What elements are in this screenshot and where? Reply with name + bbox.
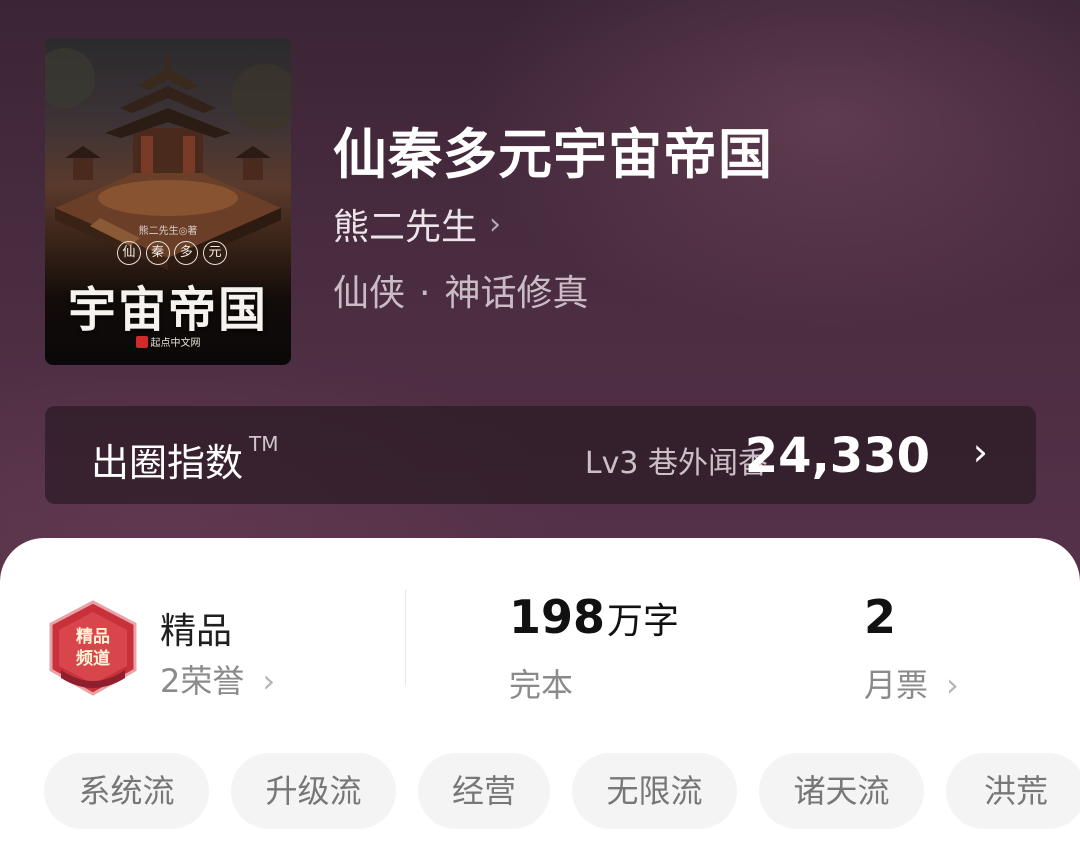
completion-status: 完本 — [509, 666, 574, 704]
word-count-unit: 万字 — [607, 601, 680, 642]
book-hero-header: 熊二先生◎著 仙 秦 多 元 宇宙帝国 起点中文网 仙秦多元宇宙帝国 熊二先生 … — [0, 0, 1080, 600]
monthly-ticket-label: 月票 — [864, 666, 929, 704]
tag-list: 系统流 升级流 经营 无限流 诸天流 洪荒 — [44, 753, 1080, 829]
index-label-text: 出圈指数 — [91, 441, 244, 485]
genre-separator: · — [419, 273, 431, 314]
cover-title-char: 多 — [174, 241, 199, 265]
cover-publisher: 起点中文网 — [45, 334, 291, 349]
word-count: 198万字 — [509, 590, 679, 644]
publisher-logo-icon — [135, 336, 148, 348]
author-link[interactable]: 熊二先生 › — [333, 198, 501, 250]
cover-title-char: 秦 — [145, 241, 170, 265]
cover-title-char: 仙 — [117, 241, 141, 265]
index-score: 24,330 — [744, 428, 930, 484]
tag-chip[interactable]: 系统流 — [44, 753, 209, 829]
boutique-channel-badge-icon[interactable]: 精品 频道 — [47, 600, 139, 696]
honors-link[interactable]: 2荣誉 › — [160, 656, 275, 702]
index-level: Lv3 巷外闻香 — [584, 446, 768, 481]
book-genre: 仙侠 · 神话修真 — [333, 264, 588, 316]
author-name: 熊二先生 — [333, 207, 478, 248]
monthly-ticket-link[interactable]: 月票 › — [864, 660, 959, 706]
trademark-mark: TM — [249, 432, 279, 456]
genre-sub: 神话修真 — [444, 273, 589, 314]
tag-chip[interactable]: 经营 — [418, 753, 550, 829]
chevron-right-icon: › — [489, 206, 502, 242]
monthly-ticket-count: 2 — [864, 590, 897, 644]
popularity-index-card[interactable]: 出圈指数 TM Lv3 巷外闻香 24,330 › — [45, 406, 1036, 504]
chevron-right-icon: › — [262, 662, 276, 700]
cover-small-title: 仙 秦 多 元 — [117, 241, 227, 265]
tag-chip[interactable]: 诸天流 — [759, 753, 924, 829]
word-count-number: 198 — [509, 590, 606, 644]
tag-chip[interactable]: 升级流 — [231, 753, 396, 829]
book-title: 仙秦多元宇宙帝国 — [333, 122, 773, 186]
tag-chip[interactable]: 洪荒 — [946, 753, 1080, 829]
publisher-name: 起点中文网 — [150, 338, 201, 349]
chevron-right-icon: › — [972, 430, 988, 474]
stats-divider — [405, 590, 406, 685]
badge-text-2: 频道 — [76, 648, 110, 669]
honors-count: 2荣誉 — [160, 662, 245, 700]
cover-author-mark: 熊二先生◎著 — [138, 226, 198, 237]
badge-title: 精品 — [160, 611, 233, 652]
index-label: 出圈指数 TM — [91, 432, 279, 487]
book-cover[interactable]: 熊二先生◎著 仙 秦 多 元 宇宙帝国 起点中文网 — [45, 38, 291, 365]
cover-title-char: 元 — [202, 241, 227, 265]
badge-text-1: 精品 — [76, 626, 110, 647]
genre-main: 仙侠 — [333, 273, 406, 314]
tag-chip[interactable]: 无限流 — [572, 753, 737, 829]
cover-big-title: 宇宙帝国 — [67, 282, 268, 338]
chevron-right-icon: › — [946, 666, 959, 704]
